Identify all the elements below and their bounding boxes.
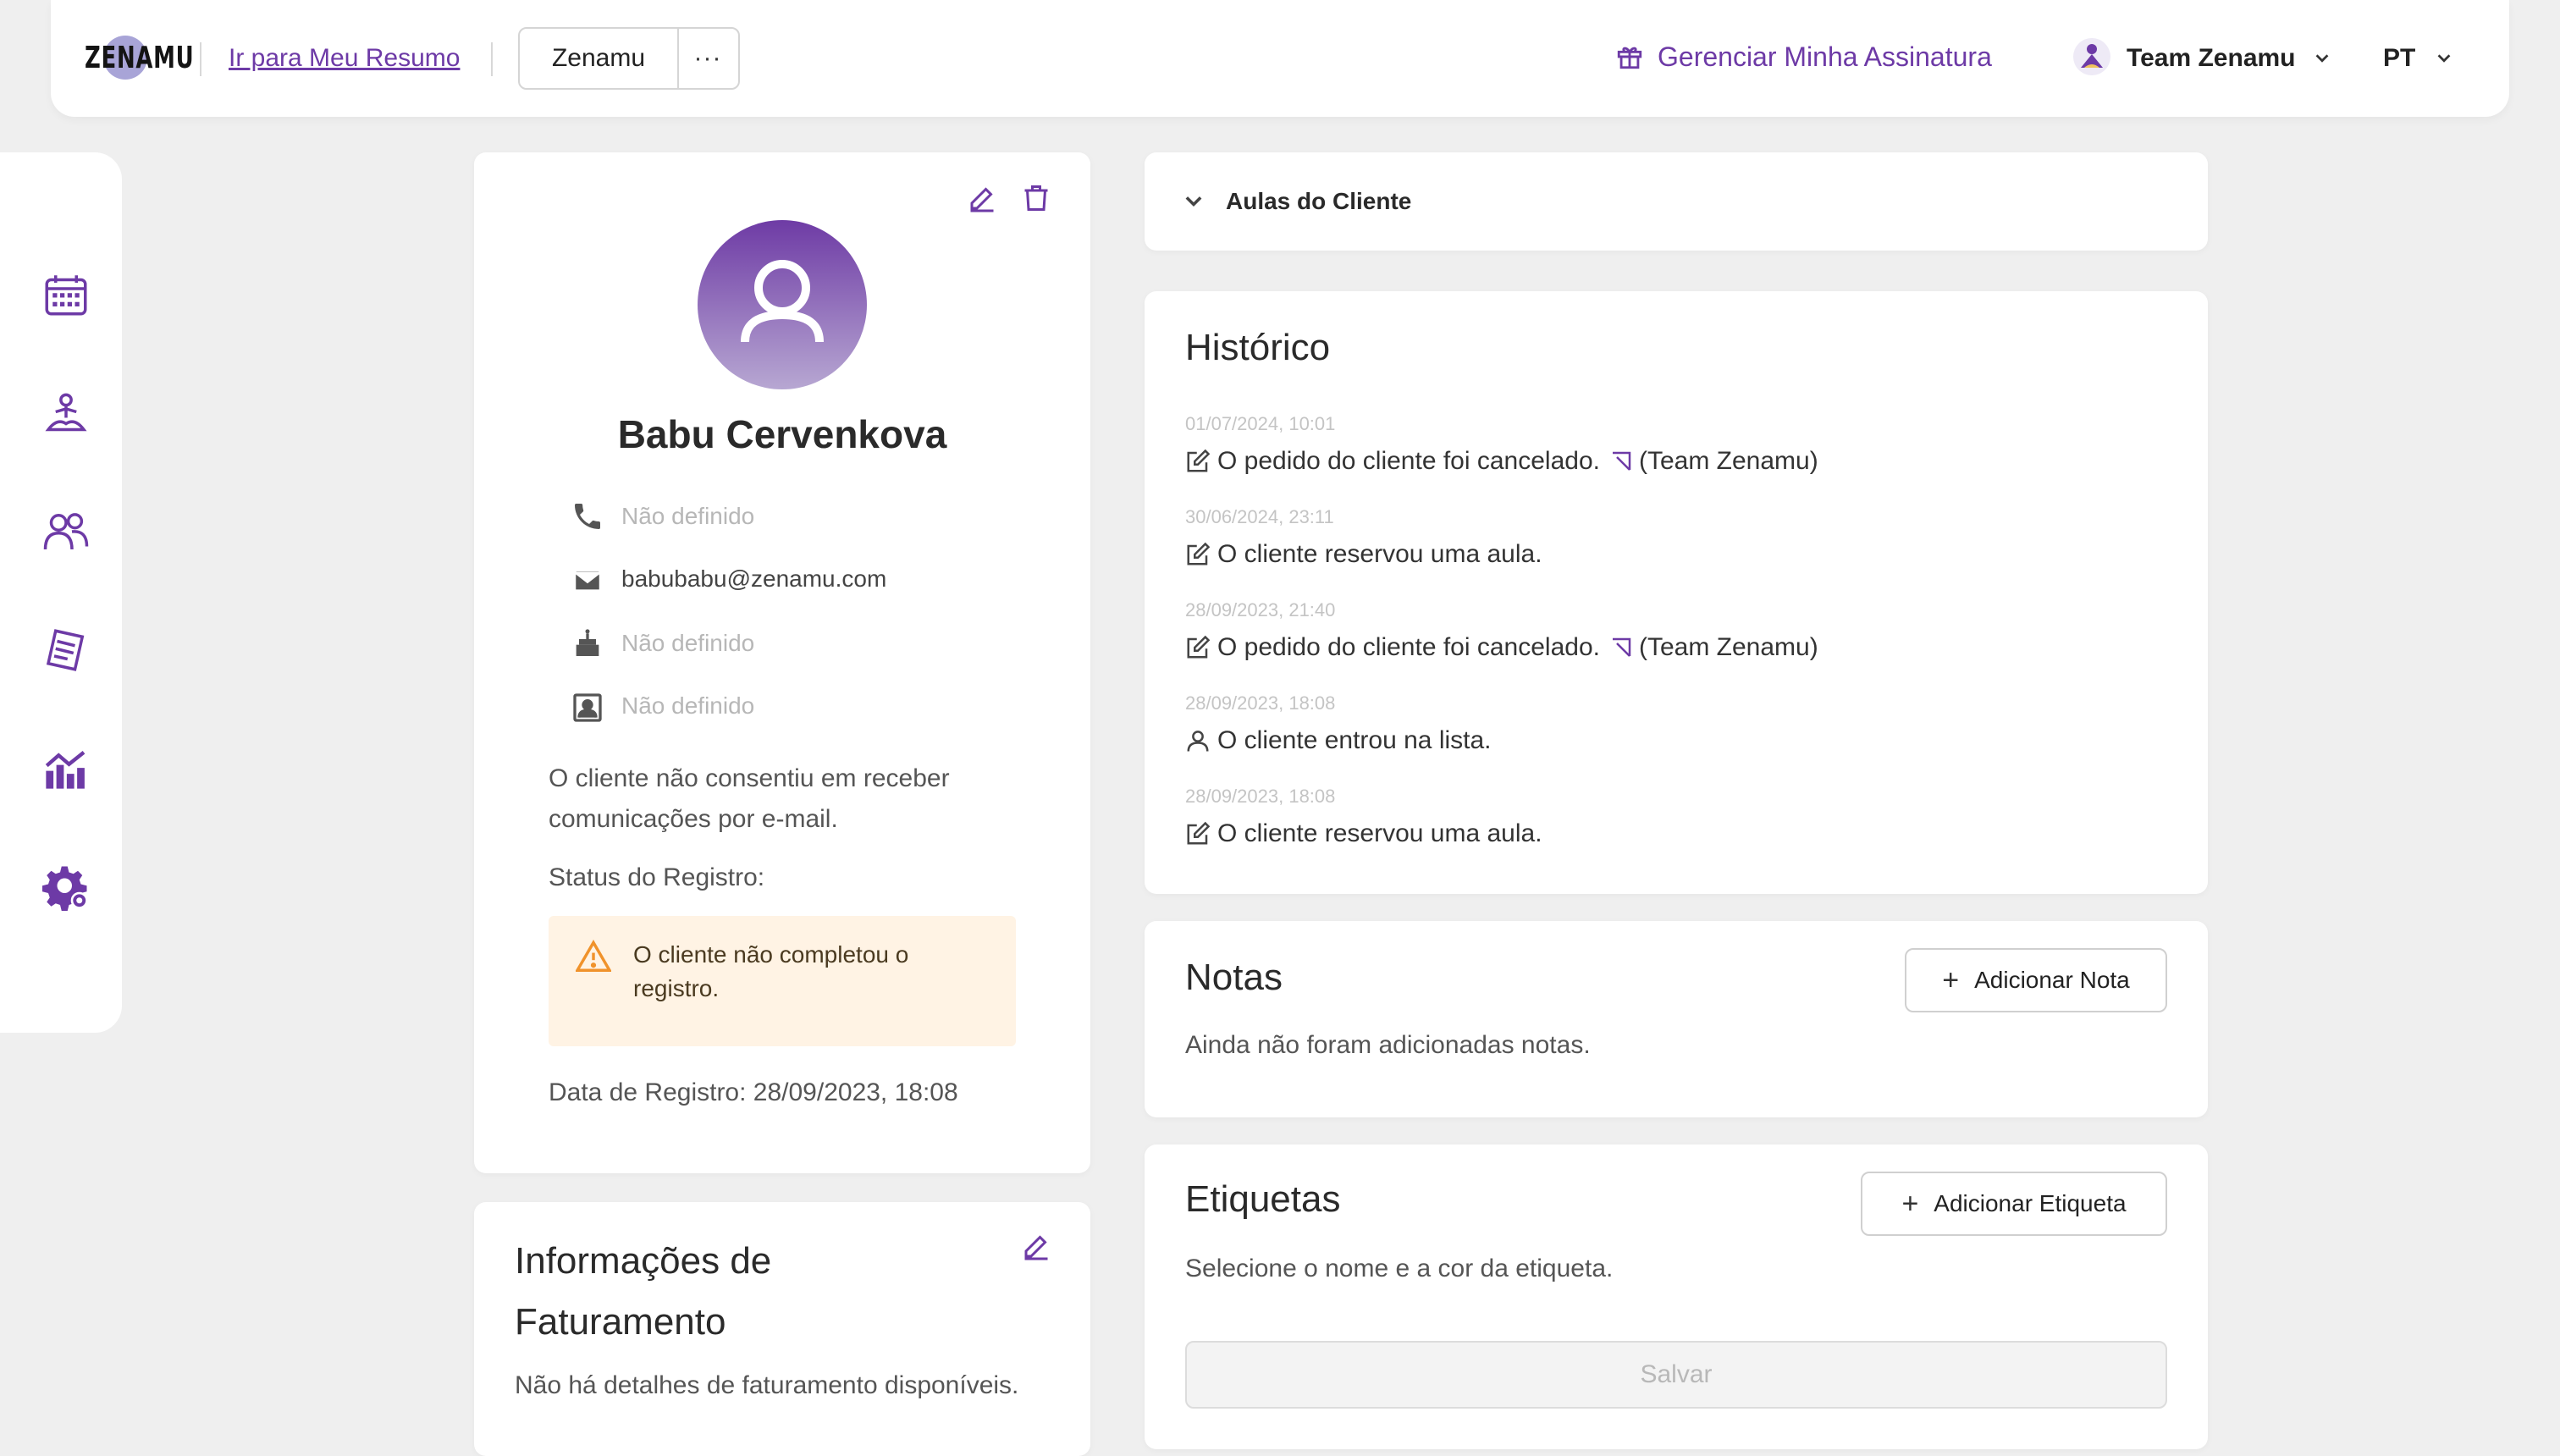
birthday-cake-icon <box>576 629 599 656</box>
zenamu-logo[interactable]: ZENAMU <box>85 34 194 85</box>
history-entry-text: O cliente entrou na lista. <box>1217 726 1492 754</box>
edit-note-icon <box>1187 821 1211 845</box>
more-options-button[interactable]: ··· <box>677 29 738 88</box>
edit-note-icon <box>1187 635 1211 659</box>
edit-icon[interactable] <box>967 183 997 213</box>
id-card-icon <box>573 693 602 722</box>
history-entry-author: (Team Zenamu) <box>1638 447 1818 475</box>
manage-subscription-link[interactable]: Gerenciar Minha Assinatura <box>1658 41 1992 73</box>
email-consent-text: O cliente não consentiu em receber comun… <box>549 764 950 833</box>
chevron-down-icon[interactable] <box>2435 49 2453 68</box>
notes-empty-text: Ainda não foram adicionadas notas. <box>1185 1031 1591 1059</box>
edit-icon[interactable] <box>1021 1231 1051 1261</box>
clients-icon[interactable] <box>42 508 90 555</box>
history-date: 28/09/2023, 18:08 <box>1185 692 1336 714</box>
documents-icon[interactable] <box>42 626 90 674</box>
history-entry: O cliente reservou uma aula. <box>1185 819 1542 848</box>
studio-button[interactable]: Zenamu <box>520 29 679 88</box>
add-note-label: Adicionar Nota <box>1974 967 2130 993</box>
save-button[interactable]: Salvar <box>1185 1341 2167 1409</box>
email-icon <box>573 570 602 592</box>
studio-button-group: Zenamu ··· <box>518 27 740 90</box>
history-entry-text: O cliente reservou uma aula. <box>1217 540 1542 568</box>
registration-date: Data de Registro: 28/09/2023, 18:08 <box>549 1078 958 1106</box>
client-name: Babu Cervenkova <box>617 412 947 456</box>
external-link-icon[interactable] <box>1608 449 1634 474</box>
registration-warning-text: O cliente não completou o registro. <box>633 941 909 1001</box>
history-entry-text: O pedido do cliente foi cancelado. <box>1217 447 1600 475</box>
calendar-icon[interactable] <box>42 271 90 318</box>
plus-icon: + <box>1942 963 1960 996</box>
trash-icon[interactable] <box>1021 183 1051 213</box>
client-classes-title[interactable]: Aulas do Cliente <box>1226 188 1411 215</box>
history-entry: O cliente entrou na lista. <box>1185 726 1492 755</box>
go-to-summary-link[interactable]: Ir para Meu Resumo <box>229 44 460 73</box>
edit-note-icon <box>1187 449 1211 472</box>
history-entry-author: (Team Zenamu) <box>1638 633 1818 661</box>
billing-empty-text: Não há detalhes de faturamento disponíve… <box>515 1371 1019 1399</box>
registration-status-label: Status do Registro: <box>549 863 765 891</box>
billing-title: Informações de Faturamento <box>515 1240 772 1343</box>
add-tag-label: Adicionar Etiqueta <box>1934 1190 2127 1216</box>
client-avatar <box>698 220 867 389</box>
gift-icon <box>1617 47 1642 69</box>
client-email[interactable]: babubabu@zenamu.com <box>621 565 886 593</box>
edit-note-icon <box>1187 542 1211 565</box>
history-date: 28/09/2023, 21:40 <box>1185 599 1336 620</box>
client-phone: Não definido <box>621 503 755 529</box>
user-avatar[interactable] <box>2072 37 2111 76</box>
header-divider <box>491 42 493 76</box>
tags-hint: Selecione o nome e a cor da etiqueta. <box>1185 1255 1614 1282</box>
chevron-down-icon[interactable] <box>1182 190 1206 213</box>
client-birthday: Não definido <box>621 630 755 656</box>
history-entry: O pedido do cliente foi cancelado. (Team… <box>1185 633 1818 662</box>
meditation-icon[interactable] <box>42 391 90 438</box>
notes-title: Notas <box>1185 957 1283 998</box>
warning-icon <box>576 940 611 972</box>
language-selector[interactable]: PT <box>2383 44 2415 73</box>
history-date: 30/06/2024, 23:11 <box>1185 506 1334 527</box>
user-name[interactable]: Team Zenamu <box>2127 44 2296 73</box>
header-divider <box>200 42 201 76</box>
analytics-icon[interactable] <box>42 745 90 792</box>
history-title: Histórico <box>1185 327 1331 368</box>
chevron-down-icon[interactable] <box>2313 49 2331 68</box>
history-entry: O pedido do cliente foi cancelado. (Team… <box>1185 447 1818 476</box>
history-entry-text: O pedido do cliente foi cancelado. <box>1217 633 1600 661</box>
history-date: 28/09/2023, 18:08 <box>1185 786 1336 807</box>
client-id-number: Não definido <box>621 692 755 719</box>
user-icon <box>1187 731 1209 752</box>
tags-title: Etiquetas <box>1185 1178 1341 1220</box>
history-entry: O cliente reservou uma aula. <box>1185 540 1542 569</box>
settings-icon[interactable] <box>42 863 90 911</box>
phone-icon <box>575 504 600 529</box>
plus-icon: + <box>1901 1187 1919 1220</box>
add-note-button[interactable]: + Adicionar Nota <box>1905 948 2167 1012</box>
history-entry-text: O cliente reservou uma aula. <box>1217 819 1542 847</box>
history-date: 01/07/2024, 10:01 <box>1185 413 1336 434</box>
external-link-icon[interactable] <box>1608 635 1634 660</box>
sidebar <box>0 152 122 1033</box>
add-tag-button[interactable]: + Adicionar Etiqueta <box>1861 1172 2167 1236</box>
